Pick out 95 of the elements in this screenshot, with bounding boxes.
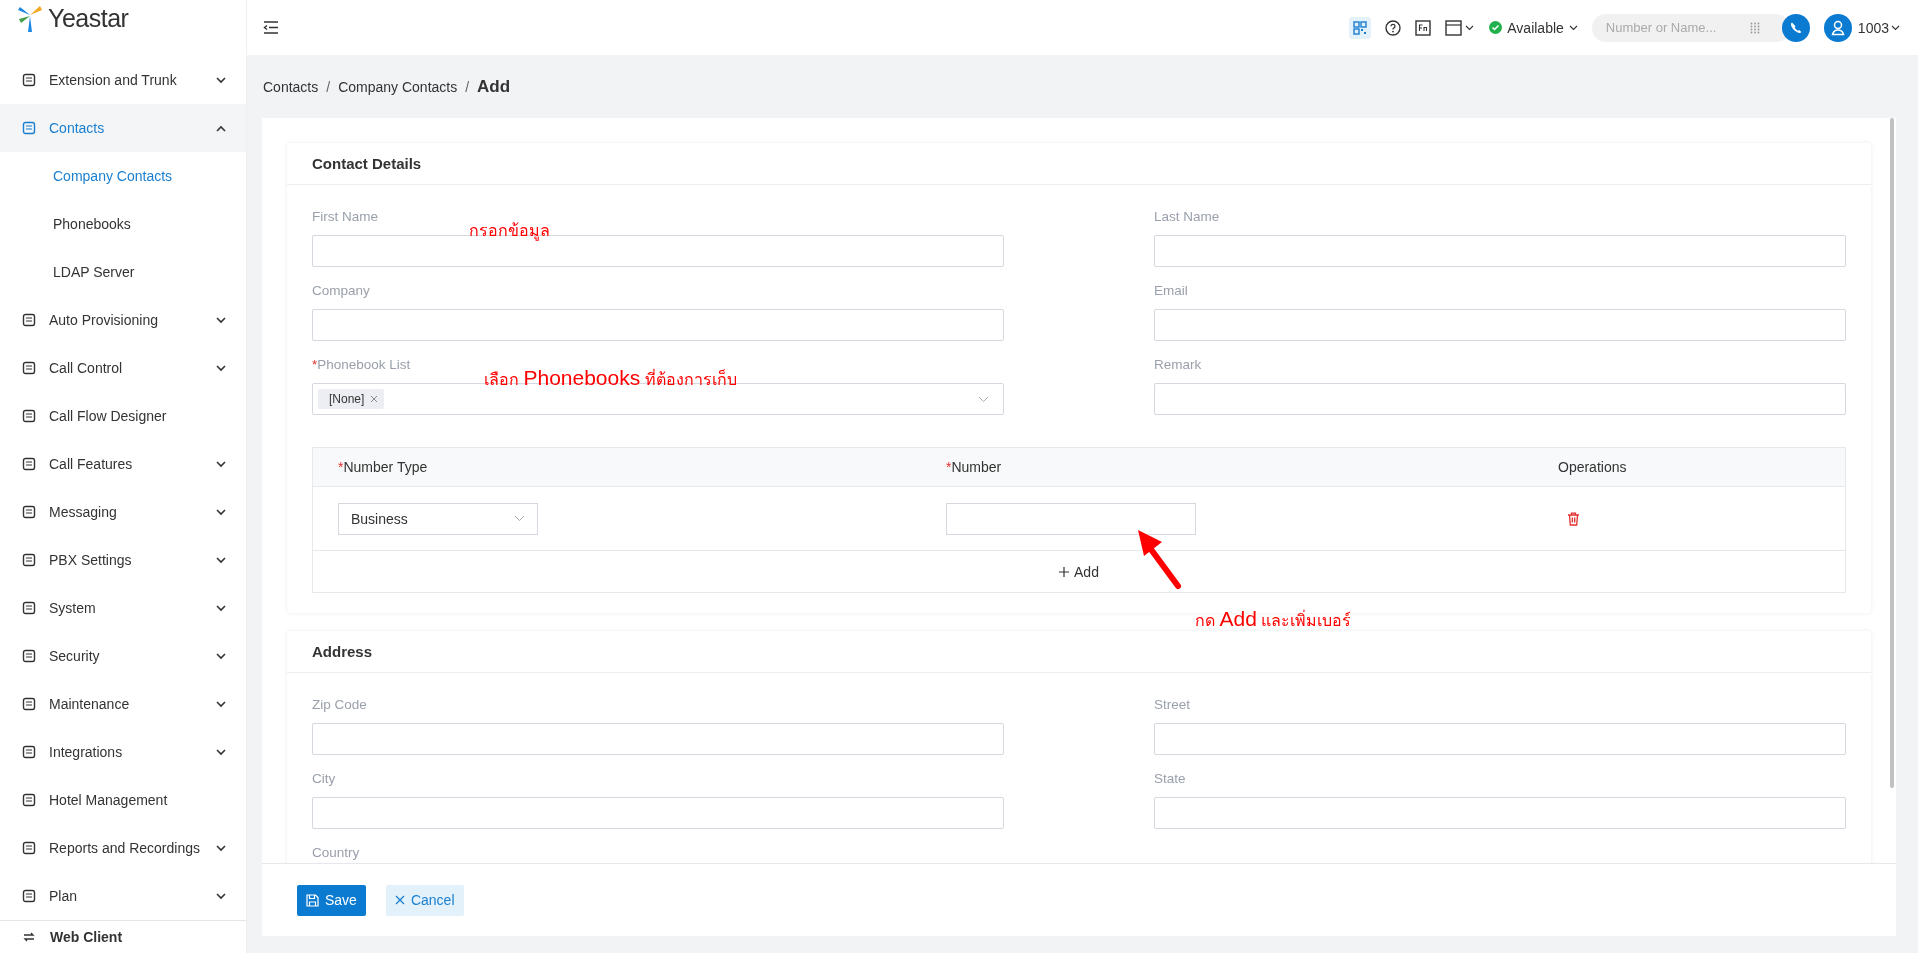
text-input-field[interactable] [312, 797, 1004, 829]
delete-icon[interactable] [1567, 511, 1580, 526]
save-button[interactable]: Save [297, 884, 366, 916]
scrollbar[interactable] [1890, 118, 1894, 788]
sidebar-item[interactable]: Plan [0, 872, 246, 921]
breadcrumb-separator: / [465, 78, 470, 95]
menu-icon [22, 601, 36, 616]
number-type-select[interactable]: Business [338, 502, 538, 535]
logo-text: Yeastar [48, 3, 129, 33]
qr-code-icon[interactable] [1349, 16, 1372, 39]
menu-icon [22, 745, 36, 760]
breadcrumb-link[interactable]: Contacts [263, 78, 319, 95]
annotation-text: กรอกข้อมูล [469, 221, 550, 243]
section-title: Address [287, 631, 1871, 673]
field-label: City [312, 771, 337, 788]
text-input-field[interactable] [312, 309, 1004, 341]
sidebar-subitem[interactable]: Company Contacts [0, 152, 246, 201]
sidebar-item[interactable]: Extension and Trunk [0, 56, 246, 105]
sidebar-item[interactable]: System [0, 584, 246, 633]
text-input-field[interactable] [1154, 309, 1846, 341]
close-icon[interactable] [370, 395, 379, 403]
sidebar-item[interactable]: Call Flow Designer [0, 392, 246, 441]
add-row-button[interactable]: Add [313, 551, 1845, 592]
field-label: *Phonebook List [312, 357, 412, 374]
sidebar-item[interactable]: Call Features [0, 440, 246, 489]
close-icon [394, 895, 405, 905]
field-label: Country [312, 845, 361, 862]
text-input-field[interactable] [312, 723, 1004, 755]
menu-icon [22, 121, 36, 136]
menu-icon [22, 361, 36, 376]
menu-icon [22, 73, 36, 88]
column-header: Operations [1558, 459, 1627, 475]
sidebar-item[interactable]: Auto Provisioning [0, 296, 246, 345]
menu-icon [22, 841, 36, 856]
field-label: Company [312, 283, 371, 300]
text-input-field[interactable] [1154, 383, 1846, 415]
selected-tag: [None] [318, 389, 385, 409]
annotation-text: กด Add และเพิ่มเบอร์ [1195, 607, 1352, 632]
sidebar-item[interactable]: Call Control [0, 344, 246, 393]
save-icon [306, 893, 319, 907]
sidebar-item[interactable]: Messaging [0, 488, 246, 537]
field-label: First Name [312, 209, 379, 226]
chevron-down-icon [514, 515, 525, 522]
web-client-link[interactable]: Web Client [0, 920, 246, 953]
annotation-arrow [1136, 528, 1182, 590]
dialpad-icon[interactable] [1749, 21, 1760, 34]
column-header: *Number Type [338, 459, 428, 475]
logo-icon [16, 3, 44, 34]
menu-icon [22, 697, 36, 712]
status-selector[interactable]: Available [1489, 19, 1578, 36]
field-label: Last Name [1154, 209, 1221, 226]
user-menu[interactable]: 1003 [1857, 19, 1900, 36]
check-circle-icon [1489, 21, 1503, 34]
avatar-icon[interactable] [1823, 13, 1852, 42]
phone-call-button[interactable] [1781, 13, 1810, 42]
menu-collapse-icon[interactable] [263, 21, 279, 34]
field-label: Remark [1154, 357, 1203, 374]
window-icon[interactable] [1445, 19, 1476, 36]
menu-icon [22, 457, 36, 472]
field-label: State [1154, 771, 1187, 788]
caret-icon [1891, 24, 1900, 31]
sidebar-item[interactable]: Integrations [0, 728, 246, 777]
menu-icon [22, 793, 36, 808]
sidebar-item[interactable]: Contacts [0, 104, 246, 153]
text-input-field[interactable] [1154, 723, 1846, 755]
menu-icon [22, 889, 36, 904]
sidebar-item[interactable]: PBX Settings [0, 536, 246, 585]
field-label: Zip Code [312, 697, 368, 714]
plus-icon [1059, 566, 1070, 577]
menu-icon [22, 649, 36, 664]
page-title: Add [477, 76, 511, 97]
sidebar-subitem[interactable]: LDAP Server [0, 248, 246, 297]
sidebar-item[interactable]: Security [0, 632, 246, 681]
menu-icon [22, 505, 36, 520]
menu-icon [22, 313, 36, 328]
sidebar-item[interactable]: Maintenance [0, 680, 246, 729]
menu-icon [22, 553, 36, 568]
text-input-field[interactable] [1154, 235, 1846, 267]
sidebar-subitem[interactable]: Phonebooks [0, 200, 246, 249]
number-input-field[interactable] [946, 502, 1196, 535]
menu-icon [22, 409, 36, 424]
cancel-button[interactable]: Cancel [385, 884, 464, 916]
sidebar-item[interactable]: Hotel Management [0, 776, 246, 825]
sidebar-item[interactable]: Reports and Recordings [0, 824, 246, 873]
caret-icon [1568, 24, 1578, 31]
function-key-icon[interactable] [1415, 19, 1432, 36]
section-title: Contact Details [287, 143, 1871, 185]
text-input-field[interactable] [1154, 797, 1846, 829]
breadcrumb-link[interactable]: Company Contacts [338, 78, 458, 95]
column-header: *Number [946, 459, 1002, 475]
field-label: Email [1154, 283, 1189, 300]
field-label: Street [1154, 697, 1192, 714]
breadcrumb-separator: / [326, 78, 331, 95]
chevron-down-icon [978, 395, 989, 403]
help-icon[interactable] [1385, 19, 1402, 36]
